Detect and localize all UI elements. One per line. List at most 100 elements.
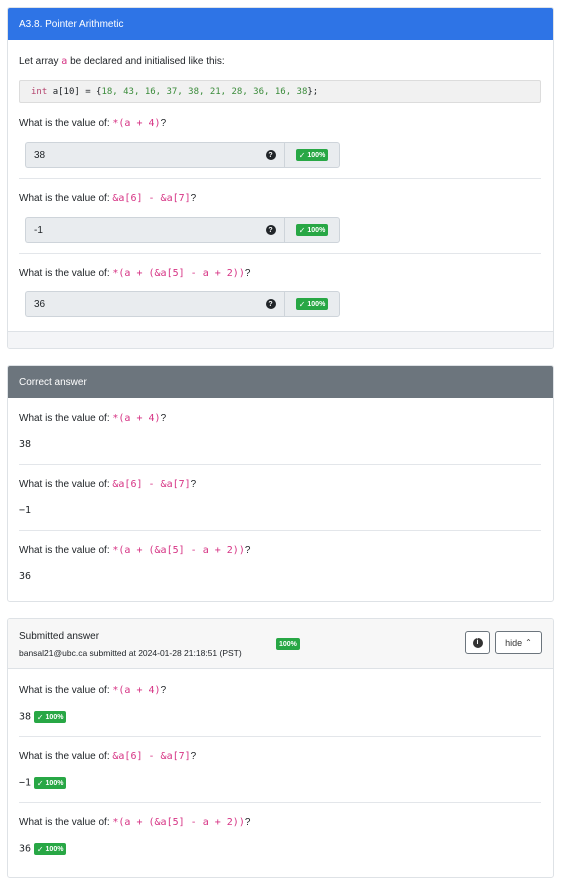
answer-row: 38 ? ✓ 100% xyxy=(25,142,340,168)
submitted-value: 36 xyxy=(19,843,32,855)
help-button[interactable]: ? xyxy=(257,217,284,243)
question-prefix: What is the value of: xyxy=(19,413,110,424)
divider xyxy=(19,530,541,531)
help-button[interactable]: ? xyxy=(257,291,284,317)
answer-input[interactable]: -1 xyxy=(25,217,257,243)
code-block: int a[10] = { 18, 43, 16, 37, 38, 21, 28… xyxy=(19,80,541,103)
score-text: 100% xyxy=(45,713,64,721)
correct-value: −1 xyxy=(19,505,32,516)
submitted-value-row: 38 ✓ 100% xyxy=(19,711,67,723)
submitted-answer-title: Submitted answer xyxy=(19,631,100,642)
question-suffix: ? xyxy=(244,268,251,279)
question-suffix: ? xyxy=(160,685,167,696)
question-expr: *(a + (&a[5] - a + 2)) xyxy=(112,545,245,556)
question-prefix: What is the value of: xyxy=(19,685,110,696)
divider xyxy=(19,736,541,737)
submitted-answer-header: Submitted answer bansal21@ubc.ca submitt… xyxy=(8,619,553,669)
code-end: }; xyxy=(307,86,319,97)
score-badge: ✓ 100% xyxy=(33,711,67,723)
question-prefix: What is the value of: xyxy=(19,817,110,828)
code-decl: a[10] = { xyxy=(52,86,102,97)
check-icon: ✓ xyxy=(298,150,306,160)
score-text: 100% xyxy=(307,300,326,308)
score-cell: ✓ 100% xyxy=(284,291,340,317)
submission-info: bansal21@ubc.ca submitted at 2024-01-28 … xyxy=(19,648,242,658)
intro-text: Let array xyxy=(19,56,59,67)
correct-value: 36 xyxy=(19,571,32,582)
check-icon: ✓ xyxy=(298,299,306,309)
submitted-value-row: 36 ✓ 100% xyxy=(19,843,67,855)
answer-value: -1 xyxy=(34,224,43,236)
question-label: What is the value of: &a[6] - &a[7]? xyxy=(19,479,196,490)
chevron-up-icon: ⌃ xyxy=(525,638,532,647)
score-text: 100% xyxy=(307,226,326,234)
score-badge: ✓ 100% xyxy=(295,149,329,161)
help-button[interactable]: ? xyxy=(257,142,284,168)
question-label: What is the value of: *(a + (&a[5] - a +… xyxy=(19,545,250,556)
answer-row: -1 ? ✓ 100% xyxy=(25,217,340,243)
submitted-value: −1 xyxy=(19,777,32,789)
question-suffix: ? xyxy=(190,479,197,490)
question-prefix: What is the value of: xyxy=(19,479,110,490)
answer-value: 36 xyxy=(34,298,46,310)
answer-value: 38 xyxy=(34,149,46,161)
question-expr: *(a + 4) xyxy=(112,413,161,424)
score-cell: ✓ 100% xyxy=(284,217,340,243)
question-label: What is the value of: *(a + (&a[5] - a +… xyxy=(19,268,250,279)
check-icon: ✓ xyxy=(36,844,44,854)
divider xyxy=(19,802,541,803)
score-text: 100% xyxy=(279,640,297,648)
question-label: What is the value of: *(a + (&a[5] - a +… xyxy=(19,817,250,828)
answer-row: 36 ? ✓ 100% xyxy=(25,291,340,317)
answer-input[interactable]: 38 xyxy=(25,142,257,168)
correct-answer-title: Correct answer xyxy=(19,376,87,388)
question-expr: *(a + 4) xyxy=(112,685,161,696)
divider xyxy=(19,178,541,179)
check-icon: ✓ xyxy=(36,778,44,788)
question-label: What is the value of: &a[6] - &a[7]? xyxy=(19,193,196,204)
score-badge: ✓ 100% xyxy=(33,843,67,855)
question-prefix: What is the value of: xyxy=(19,193,110,204)
question-expr: *(a + (&a[5] - a + 2)) xyxy=(112,817,245,828)
help-circle-icon: ? xyxy=(265,150,276,160)
answer-input[interactable]: 36 xyxy=(25,291,257,317)
correct-value: 38 xyxy=(19,439,32,450)
submitted-value-row: −1 ✓ 100% xyxy=(19,777,67,789)
question-prefix: What is the value of: xyxy=(19,118,110,129)
question-expr: &a[6] - &a[7] xyxy=(112,479,191,490)
question-prefix: What is the value of: xyxy=(19,545,110,556)
question-suffix: ? xyxy=(160,118,167,129)
submitted-answer-card: Submitted answer bansal21@ubc.ca submitt… xyxy=(7,618,554,878)
intro-var: a xyxy=(61,56,68,67)
help-circle-icon: ? xyxy=(265,299,276,309)
submitted-answer-body: What is the value of: *(a + 4)? 38 ✓ 100%… xyxy=(8,669,553,877)
question-suffix: ? xyxy=(244,545,251,556)
question-expr: *(a + 4) xyxy=(112,118,161,129)
intro-rest: be declared and initialised like this: xyxy=(70,56,225,67)
score-text: 100% xyxy=(45,845,64,853)
score-badge: ✓ 100% xyxy=(295,298,329,310)
correct-answer-header: Correct answer xyxy=(8,366,553,398)
submission-score-badge: 100% xyxy=(276,638,300,650)
question-footer xyxy=(8,331,553,348)
question-prefix: What is the value of: xyxy=(19,751,110,762)
question-label: What is the value of: *(a + 4)? xyxy=(19,685,166,696)
question-suffix: ? xyxy=(190,193,197,204)
correct-answer-body: What is the value of: *(a + 4)? 38 What … xyxy=(8,398,553,601)
hide-button[interactable]: hide ⌃ xyxy=(495,631,542,654)
correct-answer-card: Correct answer What is the value of: *(a… xyxy=(7,365,554,602)
info-button[interactable]: i xyxy=(465,631,490,654)
question-label: What is the value of: *(a + 4)? xyxy=(19,118,166,129)
question-suffix: ? xyxy=(244,817,251,828)
question-body: Let array a be declared and initialised … xyxy=(8,40,553,332)
submitted-value: 38 xyxy=(19,711,32,723)
score-cell: ✓ 100% xyxy=(284,142,340,168)
code-type: int xyxy=(31,86,48,97)
score-badge: ✓ 100% xyxy=(33,777,67,789)
question-expr: *(a + (&a[5] - a + 2)) xyxy=(112,268,245,279)
question-card: A3.8. Pointer Arithmetic Let array a be … xyxy=(7,7,554,349)
question-suffix: ? xyxy=(190,751,197,762)
code-values: 18, 43, 16, 37, 38, 21, 28, 36, 16, 38 xyxy=(101,86,308,97)
check-icon: ✓ xyxy=(36,712,44,722)
question-title: A3.8. Pointer Arithmetic xyxy=(8,8,553,40)
